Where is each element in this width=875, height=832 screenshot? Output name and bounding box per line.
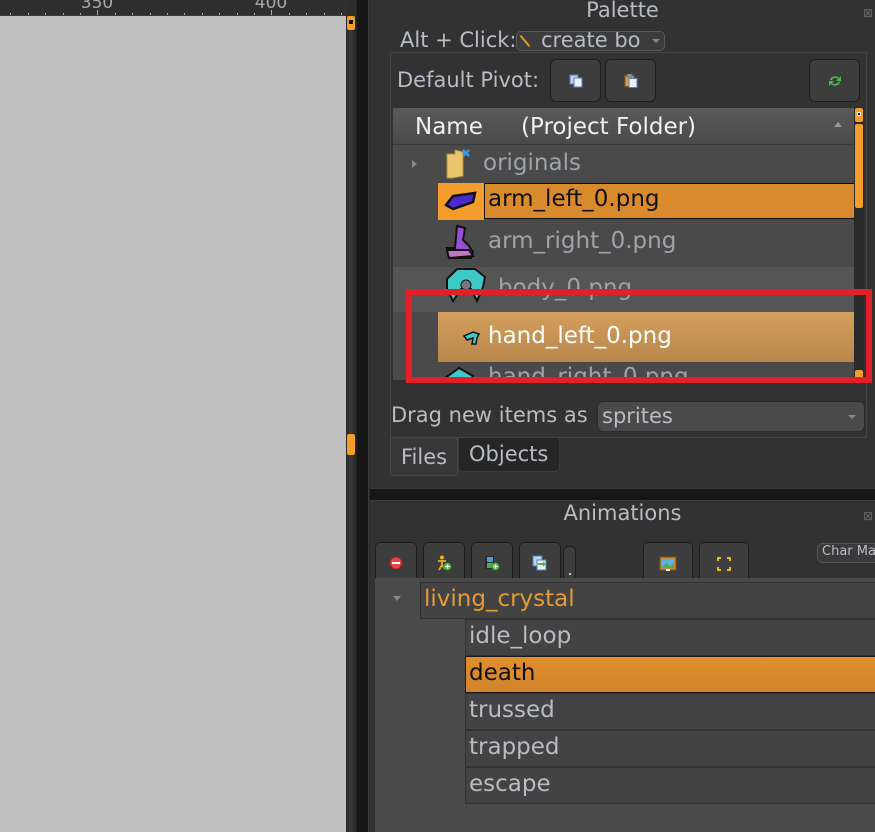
tree-row-folder[interactable]: originals: [393, 146, 856, 183]
app-window: 350 400 Palette ⊠ Alt + Click: create bo…: [0, 0, 875, 832]
tab-objects[interactable]: Objects: [458, 438, 560, 472]
sprite-thumbnail-icon: [444, 191, 477, 211]
animation-tree[interactable]: living_crystal idle_loop death trussed t…: [375, 578, 875, 832]
refresh-button[interactable]: [809, 59, 860, 102]
delete-animation-button[interactable]: [375, 542, 417, 583]
copy-pivot-button[interactable]: [550, 59, 601, 102]
collapse-arrow-icon[interactable]: [393, 596, 401, 601]
more-options-button[interactable]: [563, 546, 576, 580]
palette-content: Default Pivot: Name (Project Folder) ori…: [390, 52, 867, 438]
tree-row-file[interactable]: arm_left_0.png: [393, 183, 856, 220]
paste-pivot-button[interactable]: [605, 59, 656, 102]
character-node[interactable]: living_crystal: [420, 582, 875, 619]
duplicate-icon: [532, 555, 547, 570]
sprite-thumbnail-icon: [443, 366, 475, 380]
tree-row-file[interactable]: body_0.png: [393, 267, 856, 312]
chevron-down-icon: [848, 415, 856, 419]
add-animation-button[interactable]: [471, 542, 513, 583]
panel-splitter[interactable]: [370, 488, 875, 501]
column-header-name[interactable]: Name: [415, 114, 483, 140]
copy-icon: [569, 74, 582, 87]
animation-item[interactable]: trussed: [465, 693, 875, 730]
tree-row-file[interactable]: hand_right_0.png: [393, 362, 856, 380]
duplicate-animation-button[interactable]: [519, 542, 561, 583]
editor-canvas[interactable]: [0, 16, 346, 832]
paste-icon: [624, 73, 637, 88]
dock-splitter[interactable]: [356, 0, 369, 832]
sprite-thumbnail-icon: [445, 224, 475, 260]
tab-files[interactable]: Files: [390, 438, 458, 476]
alt-click-dropdown[interactable]: create bo: [516, 31, 665, 51]
delete-icon: [389, 556, 403, 569]
tree-row-file[interactable]: arm_right_0.png: [393, 220, 856, 267]
pen-icon: [519, 34, 531, 48]
scroll-up-button[interactable]: [347, 16, 355, 30]
chevron-down-icon: [652, 39, 660, 43]
column-header-folder[interactable]: (Project Folder): [521, 114, 696, 140]
ruler-label: 350: [80, 0, 114, 13]
animation-item[interactable]: escape: [465, 767, 875, 804]
scroll-down-button[interactable]: [855, 370, 863, 380]
dock-close-icon[interactable]: ⊠: [861, 6, 875, 20]
sprite-thumbnail-icon: [463, 331, 481, 345]
tree-row-file-selected[interactable]: hand_left_0.png: [393, 312, 856, 362]
alt-click-label: Alt + Click:: [400, 28, 517, 52]
folder-icon: [446, 149, 470, 179]
drag-new-items-label: Drag new items as: [391, 403, 588, 427]
animation-item[interactable]: trapped: [465, 730, 875, 767]
scrollbar-thumb[interactable]: [855, 124, 863, 208]
scroll-up-button[interactable]: [855, 108, 863, 122]
add-character-button[interactable]: [423, 542, 465, 583]
dock-close-icon[interactable]: ⊠: [861, 509, 875, 523]
file-tree[interactable]: Name (Project Folder) originals arm_left…: [393, 108, 856, 380]
canvas-vertical-scrollbar[interactable]: [346, 16, 356, 832]
palette-panel: Palette ⊠ Alt + Click: create bo Default…: [370, 0, 875, 488]
tree-header[interactable]: Name (Project Folder): [393, 108, 856, 145]
animation-item[interactable]: idle_loop: [465, 619, 875, 656]
default-pivot-label: Default Pivot:: [397, 68, 540, 92]
animations-title: Animations: [563, 501, 682, 525]
sort-indicator-icon: [834, 122, 842, 127]
refresh-icon: [828, 75, 841, 86]
tree-vertical-scrollbar[interactable]: [854, 108, 864, 380]
sprite-thumbnail-icon: [446, 268, 487, 304]
add-film-icon: [485, 555, 500, 571]
palette-title: Palette: [586, 0, 659, 22]
horizontal-ruler: 350 400: [0, 0, 346, 16]
picture-icon: [659, 556, 677, 571]
add-character-icon: [438, 555, 452, 571]
animation-item-selected[interactable]: death: [465, 656, 875, 693]
expand-arrow-icon[interactable]: [412, 160, 417, 168]
scrollbar-thumb[interactable]: [347, 434, 355, 455]
animations-panel: Animations ⊠ Char Ma living_crystal idle…: [370, 501, 875, 832]
ruler-label: 400: [254, 0, 288, 13]
drag-items-as-dropdown[interactable]: sprites: [597, 401, 865, 432]
fullscreen-icon: [717, 556, 731, 571]
char-maps-button[interactable]: Char Maps: [817, 543, 875, 563]
rename-input[interactable]: arm_left_0.png: [484, 183, 856, 219]
